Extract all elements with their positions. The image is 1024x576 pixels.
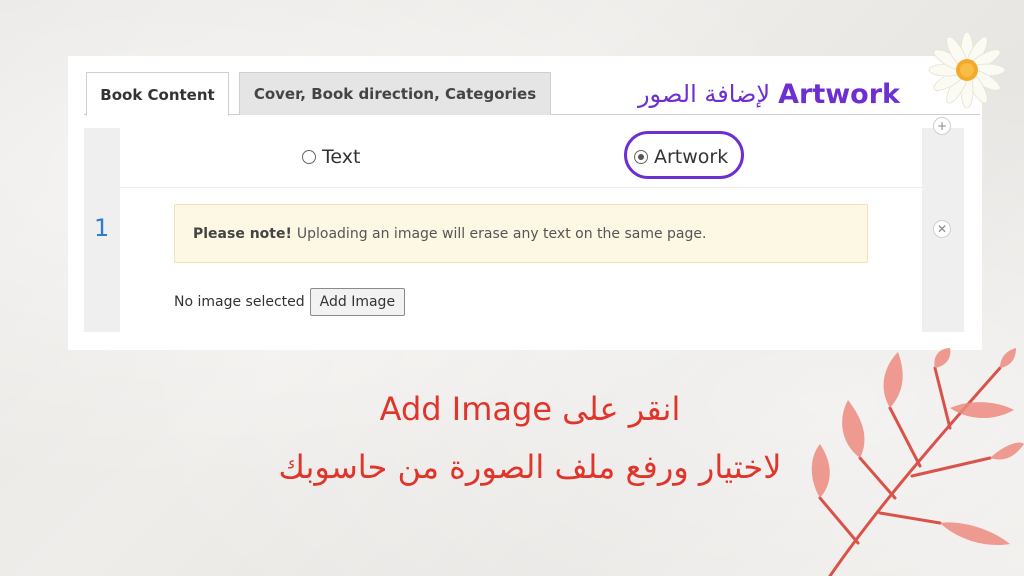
tab-book-content[interactable]: Book Content — [86, 72, 229, 116]
radio-row-divider — [120, 187, 922, 188]
note-title: Please note! — [193, 225, 292, 242]
plus-icon[interactable]: + — [933, 117, 951, 135]
radio-text-indicator[interactable] — [302, 150, 316, 164]
caption-line-2: لاختيار ورفع ملف الصورة من حاسوبك — [278, 448, 782, 486]
heading-english: Artwork — [778, 78, 900, 110]
daisy-icon — [928, 31, 1006, 109]
close-icon[interactable]: ✕ — [933, 220, 951, 238]
radio-text[interactable]: Text — [302, 142, 360, 172]
heading-arabic: لإضافة الصور — [637, 80, 771, 108]
instruction-heading: لإضافة الصور Artwork — [560, 74, 900, 114]
upload-status: No image selected — [174, 294, 305, 310]
image-upload-row: No image selected Add Image — [174, 288, 406, 316]
add-image-button[interactable]: Add Image — [309, 288, 406, 316]
warning-note: Please note! Uploading an image will era… — [174, 204, 868, 263]
tab-cover-direction-categories[interactable]: Cover, Book direction, Categories — [239, 72, 551, 115]
page-number: 1 — [94, 214, 110, 242]
caption-line-1: انقر على Add Image — [379, 390, 681, 428]
leaf-branch-icon — [811, 348, 1024, 576]
artwork-highlight-ring — [624, 131, 744, 179]
radio-text-label: Text — [322, 146, 361, 168]
note-text: Uploading an image will erase any text o… — [296, 225, 707, 242]
